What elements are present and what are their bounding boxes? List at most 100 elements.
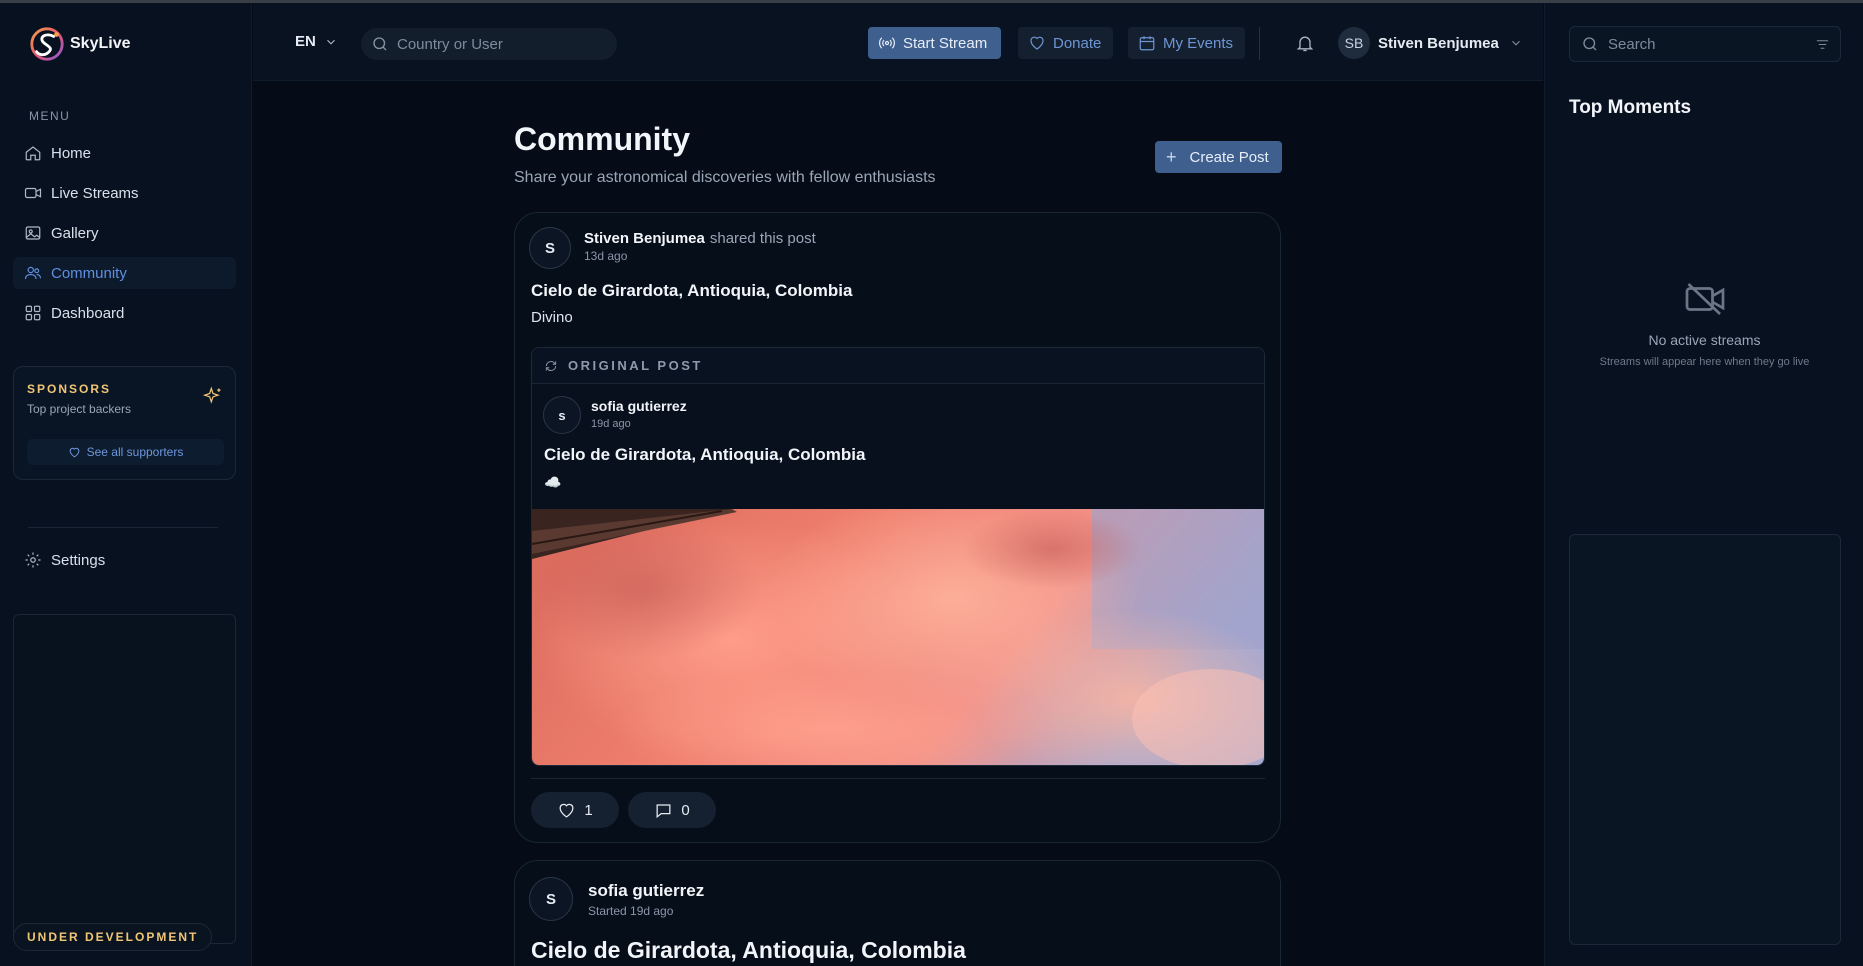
- sidebar-item-settings[interactable]: Settings: [13, 544, 236, 576]
- sponsors-title: SPONSORS: [27, 382, 112, 396]
- avatar[interactable]: S: [529, 227, 571, 269]
- post-body: Divino: [531, 309, 573, 326]
- original-post-author[interactable]: sofia gutierrez: [591, 398, 687, 414]
- original-post-title: Cielo de Girardota, Antioquia, Colombia: [544, 445, 866, 464]
- country-user-search-input[interactable]: [397, 35, 597, 53]
- comment-button[interactable]: 0: [628, 792, 716, 828]
- my-events-button[interactable]: My Events: [1128, 27, 1245, 59]
- post-author: Stiven Benjumea shared this post: [584, 230, 816, 247]
- image-icon: [25, 226, 41, 240]
- header-divider: [1259, 27, 1260, 60]
- donate-label: Donate: [1053, 34, 1102, 52]
- sidebar-item-label: Gallery: [51, 224, 99, 242]
- post-time: Started 19d ago: [588, 904, 674, 918]
- original-post[interactable]: ORIGINAL POST s sofia gutierrez 19d ago …: [531, 347, 1265, 766]
- start-stream-button[interactable]: Start Stream: [868, 27, 1001, 59]
- top-moments-title: Top Moments: [1569, 97, 1692, 118]
- empty-state-title: No active streams: [1648, 332, 1761, 348]
- right-search-input[interactable]: [1608, 35, 1808, 53]
- start-stream-label: Start Stream: [903, 34, 988, 52]
- sky-photo-image: [532, 509, 1264, 765]
- create-post-button[interactable]: + Create Post: [1155, 141, 1282, 173]
- sidebar-item-home[interactable]: Home: [13, 137, 236, 169]
- post-author-name[interactable]: sofia gutierrez: [588, 881, 704, 901]
- page-subtitle: Share your astronomical discoveries with…: [514, 169, 936, 186]
- search-icon: [373, 37, 387, 51]
- avatar[interactable]: s: [543, 396, 581, 434]
- post-author-name[interactable]: Stiven Benjumea: [584, 230, 705, 247]
- post-actions-divider: [531, 778, 1265, 779]
- video-off-icon: [1685, 283, 1725, 315]
- chevron-down-icon: [326, 39, 335, 44]
- sidebar-item-label: Home: [51, 144, 92, 162]
- filter-icon[interactable]: [1815, 37, 1830, 52]
- sidebar-divider: [28, 527, 218, 528]
- create-post-label: Create Post: [1189, 148, 1269, 166]
- like-button[interactable]: 1: [531, 792, 619, 828]
- post-image[interactable]: [532, 509, 1264, 765]
- video-icon: [24, 187, 42, 199]
- avatar: SB: [1338, 27, 1370, 59]
- app-logo[interactable]: SkyLive: [28, 25, 130, 63]
- post-card: S Stiven Benjumea shared this post 13d ag…: [514, 212, 1281, 843]
- original-post-time: 19d ago: [591, 418, 631, 430]
- post-title: Cielo de Girardota, Antioquia, Colombia: [531, 937, 966, 963]
- see-all-supporters-button[interactable]: See all supporters: [27, 439, 224, 465]
- sidebar-item-live-streams[interactable]: Live Streams: [13, 177, 236, 209]
- donate-button[interactable]: Donate: [1018, 27, 1113, 59]
- chevron-down-icon: [1512, 40, 1520, 46]
- user-menu[interactable]: SB Stiven Benjumea: [1338, 27, 1523, 59]
- main-nav: Home Live Streams Gallery Community Dash…: [13, 137, 236, 337]
- search-icon: [1583, 37, 1597, 51]
- broadcast-icon: [879, 37, 895, 49]
- page-title: Community: [514, 121, 690, 157]
- repost-icon: [545, 360, 557, 371]
- sidebar-item-label: Live Streams: [51, 184, 139, 202]
- right-panel: Top Moments No active streams Streams wi…: [1544, 3, 1863, 966]
- heart-icon: [559, 803, 574, 818]
- top-header: EN Start Stream Donate My Events SB Stiv…: [253, 3, 1543, 81]
- under-development-badge: UNDER DEVELOPMENT: [13, 923, 213, 951]
- menu-label: MENU: [29, 109, 71, 123]
- home-icon: [25, 146, 41, 161]
- sparkle-icon: [203, 386, 221, 404]
- gear-icon: [25, 552, 41, 568]
- user-name: Stiven Benjumea: [1378, 34, 1499, 52]
- right-search: [1569, 26, 1841, 62]
- calendar-icon: [1139, 36, 1155, 51]
- right-empty-panel: [1569, 534, 1841, 945]
- plus-icon: +: [1166, 146, 1177, 167]
- post-card: S sofia gutierrez Started 19d ago Cielo …: [514, 860, 1281, 966]
- grid-icon: [25, 305, 41, 321]
- like-count: 1: [584, 801, 593, 819]
- heart-icon: [1030, 36, 1044, 50]
- sidebar-empty-panel: [13, 614, 236, 944]
- original-post-body: ☁️: [544, 474, 562, 490]
- users-icon: [24, 266, 42, 280]
- post-action: shared this post: [709, 230, 816, 247]
- original-post-header: ORIGINAL POST: [532, 348, 1264, 384]
- original-post-label: ORIGINAL POST: [568, 358, 703, 373]
- avatar[interactable]: S: [529, 877, 573, 921]
- sponsors-card: SPONSORS Top project backers See all sup…: [13, 366, 236, 480]
- sponsors-subtitle: Top project backers: [27, 402, 132, 416]
- comment-icon: [656, 803, 671, 818]
- sidebar-item-label: Community: [51, 264, 127, 282]
- sidebar-item-gallery[interactable]: Gallery: [13, 217, 236, 249]
- sidebar-item-community[interactable]: Community: [13, 257, 236, 289]
- language-label: EN: [295, 33, 316, 50]
- settings-nav: Settings: [13, 544, 236, 584]
- skylive-logo-icon: [30, 27, 64, 61]
- post-title: Cielo de Girardota, Antioquia, Colombia: [531, 281, 853, 300]
- country-user-search: [361, 28, 617, 60]
- bell-icon[interactable]: [1295, 33, 1315, 53]
- sidebar-item-dashboard[interactable]: Dashboard: [13, 297, 236, 329]
- sidebar-item-label: Settings: [51, 551, 106, 569]
- heart-icon: [69, 447, 79, 457]
- see-all-label: See all supporters: [86, 445, 184, 459]
- language-selector[interactable]: EN: [295, 33, 338, 50]
- empty-state-subtitle: Streams will appear here when they go li…: [1599, 356, 1810, 368]
- post-time: 13d ago: [584, 249, 628, 263]
- comment-count: 0: [681, 801, 690, 819]
- sidebar-item-label: Dashboard: [51, 304, 125, 322]
